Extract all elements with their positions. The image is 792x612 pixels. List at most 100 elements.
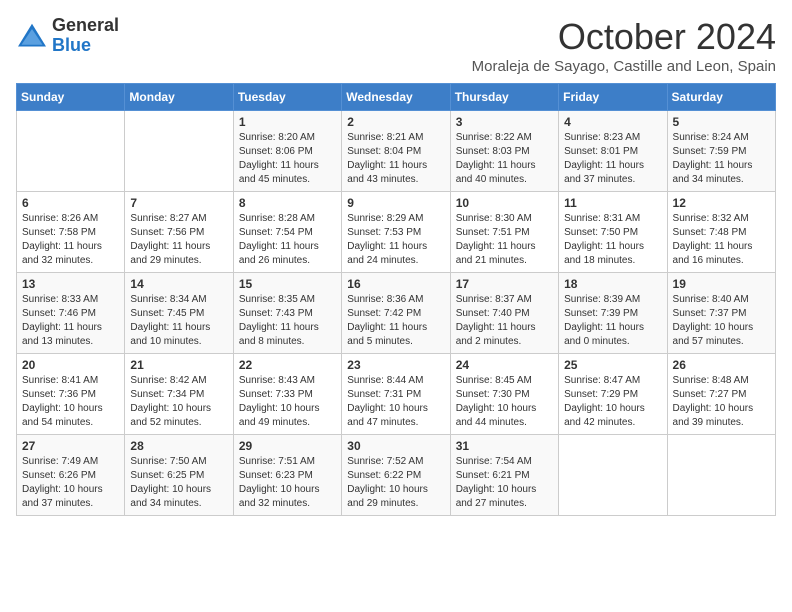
day-number: 30 xyxy=(347,439,444,453)
calendar-cell: 12Sunrise: 8:32 AM Sunset: 7:48 PM Dayli… xyxy=(667,192,775,273)
calendar-cell xyxy=(17,111,125,192)
day-number: 10 xyxy=(456,196,553,210)
day-info: Sunrise: 8:30 AM Sunset: 7:51 PM Dayligh… xyxy=(456,212,553,268)
day-number: 24 xyxy=(456,358,553,372)
day-info: Sunrise: 8:24 AM Sunset: 7:59 PM Dayligh… xyxy=(673,131,770,187)
day-info: Sunrise: 8:21 AM Sunset: 8:04 PM Dayligh… xyxy=(347,131,444,187)
day-info: Sunrise: 8:32 AM Sunset: 7:48 PM Dayligh… xyxy=(673,212,770,268)
day-number: 26 xyxy=(673,358,770,372)
day-number: 25 xyxy=(564,358,661,372)
calendar-cell: 20 Sunrise: 8:41 AM Sunset: 7:36 PM Dayli… xyxy=(17,354,125,435)
calendar-cell: 14 Sunrise: 8:34 AM Sunset: 7:45 PM Dayli… xyxy=(125,273,233,354)
calendar-cell: 15 Sunrise: 8:35 AM Sunset: 7:43 PM Dayli… xyxy=(233,273,341,354)
calendar-cell: 30 Sunrise: 7:52 AM Sunset: 6:22 PM Dayli… xyxy=(342,435,450,516)
logo-blue: Blue xyxy=(52,36,119,56)
day-number: 23 xyxy=(347,358,444,372)
day-number: 11 xyxy=(564,196,661,210)
header-saturday: Saturday xyxy=(667,84,775,111)
day-info: Sunrise: 8:36 AM Sunset: 7:42 PM Dayligh… xyxy=(347,293,444,349)
calendar-cell xyxy=(559,435,667,516)
day-number: 5 xyxy=(673,115,770,129)
day-number: 13 xyxy=(22,277,119,291)
day-info: Sunrise: 8:35 AM Sunset: 7:43 PM Dayligh… xyxy=(239,293,336,349)
calendar-table: SundayMondayTuesdayWednesdayThursdayFrid… xyxy=(16,83,776,516)
day-info: Sunrise: 7:50 AM Sunset: 6:25 PM Dayligh… xyxy=(130,455,227,511)
day-number: 15 xyxy=(239,277,336,291)
header-friday: Friday xyxy=(559,84,667,111)
day-number: 17 xyxy=(456,277,553,291)
day-info: Sunrise: 8:45 AM Sunset: 7:30 PM Dayligh… xyxy=(456,374,553,430)
calendar-cell: 3 Sunrise: 8:22 AM Sunset: 8:03 PM Daylig… xyxy=(450,111,558,192)
logo-icon xyxy=(16,22,48,50)
day-info: Sunrise: 8:33 AM Sunset: 7:46 PM Dayligh… xyxy=(22,293,119,349)
header-row: SundayMondayTuesdayWednesdayThursdayFrid… xyxy=(17,84,776,111)
calendar-body: 1 Sunrise: 8:20 AM Sunset: 8:06 PM Daylig… xyxy=(17,111,776,516)
calendar-cell: 11 Sunrise: 8:31 AM Sunset: 7:50 PM Dayli… xyxy=(559,192,667,273)
day-number: 3 xyxy=(456,115,553,129)
day-number: 4 xyxy=(564,115,661,129)
day-info: Sunrise: 8:42 AM Sunset: 7:34 PM Dayligh… xyxy=(130,374,227,430)
header-monday: Monday xyxy=(125,84,233,111)
logo: General Blue xyxy=(16,16,119,56)
day-number: 18 xyxy=(564,277,661,291)
subtitle: Moraleja de Sayago, Castille and Leon, S… xyxy=(472,58,776,75)
calendar-cell: 25 Sunrise: 8:47 AM Sunset: 7:29 PM Dayli… xyxy=(559,354,667,435)
calendar-cell: 17 Sunrise: 8:37 AM Sunset: 7:40 PM Dayli… xyxy=(450,273,558,354)
day-info: Sunrise: 8:47 AM Sunset: 7:29 PM Dayligh… xyxy=(564,374,661,430)
calendar-cell: 28 Sunrise: 7:50 AM Sunset: 6:25 PM Dayli… xyxy=(125,435,233,516)
calendar-cell: 29Sunrise: 7:51 AM Sunset: 6:23 PM Dayli… xyxy=(233,435,341,516)
calendar-cell: 27Sunrise: 7:49 AM Sunset: 6:26 PM Dayli… xyxy=(17,435,125,516)
week-row-1: 6Sunrise: 8:26 AM Sunset: 7:58 PM Daylig… xyxy=(17,192,776,273)
day-number: 27 xyxy=(22,439,119,453)
header-thursday: Thursday xyxy=(450,84,558,111)
calendar-cell: 9 Sunrise: 8:29 AM Sunset: 7:53 PM Daylig… xyxy=(342,192,450,273)
day-number: 6 xyxy=(22,196,119,210)
day-info: Sunrise: 8:23 AM Sunset: 8:01 PM Dayligh… xyxy=(564,131,661,187)
day-info: Sunrise: 8:22 AM Sunset: 8:03 PM Dayligh… xyxy=(456,131,553,187)
header-sunday: Sunday xyxy=(17,84,125,111)
calendar-cell: 7Sunrise: 8:27 AM Sunset: 7:56 PM Daylig… xyxy=(125,192,233,273)
calendar-cell: 6Sunrise: 8:26 AM Sunset: 7:58 PM Daylig… xyxy=(17,192,125,273)
calendar-cell: 5 Sunrise: 8:24 AM Sunset: 7:59 PM Daylig… xyxy=(667,111,775,192)
day-number: 29 xyxy=(239,439,336,453)
calendar-cell xyxy=(667,435,775,516)
day-number: 8 xyxy=(239,196,336,210)
day-number: 9 xyxy=(347,196,444,210)
day-info: Sunrise: 7:52 AM Sunset: 6:22 PM Dayligh… xyxy=(347,455,444,511)
day-number: 16 xyxy=(347,277,444,291)
calendar-cell: 16 Sunrise: 8:36 AM Sunset: 7:42 PM Dayli… xyxy=(342,273,450,354)
day-number: 31 xyxy=(456,439,553,453)
day-number: 19 xyxy=(673,277,770,291)
day-info: Sunrise: 8:41 AM Sunset: 7:36 PM Dayligh… xyxy=(22,374,119,430)
calendar-cell: 13 Sunrise: 8:33 AM Sunset: 7:46 PM Dayli… xyxy=(17,273,125,354)
day-number: 21 xyxy=(130,358,227,372)
day-info: Sunrise: 8:37 AM Sunset: 7:40 PM Dayligh… xyxy=(456,293,553,349)
day-info: Sunrise: 7:54 AM Sunset: 6:21 PM Dayligh… xyxy=(456,455,553,511)
logo-text: General Blue xyxy=(52,16,119,56)
day-info: Sunrise: 8:28 AM Sunset: 7:54 PM Dayligh… xyxy=(239,212,336,268)
calendar-cell: 4 Sunrise: 8:23 AM Sunset: 8:01 PM Daylig… xyxy=(559,111,667,192)
week-row-0: 1 Sunrise: 8:20 AM Sunset: 8:06 PM Daylig… xyxy=(17,111,776,192)
day-number: 1 xyxy=(239,115,336,129)
day-info: Sunrise: 8:43 AM Sunset: 7:33 PM Dayligh… xyxy=(239,374,336,430)
calendar-cell: 26 Sunrise: 8:48 AM Sunset: 7:27 PM Dayli… xyxy=(667,354,775,435)
calendar-cell: 1 Sunrise: 8:20 AM Sunset: 8:06 PM Daylig… xyxy=(233,111,341,192)
day-number: 20 xyxy=(22,358,119,372)
day-number: 28 xyxy=(130,439,227,453)
day-info: Sunrise: 8:44 AM Sunset: 7:31 PM Dayligh… xyxy=(347,374,444,430)
day-info: Sunrise: 8:48 AM Sunset: 7:27 PM Dayligh… xyxy=(673,374,770,430)
calendar-cell: 23 Sunrise: 8:44 AM Sunset: 7:31 PM Dayli… xyxy=(342,354,450,435)
header-tuesday: Tuesday xyxy=(233,84,341,111)
day-info: Sunrise: 8:20 AM Sunset: 8:06 PM Dayligh… xyxy=(239,131,336,187)
day-info: Sunrise: 8:34 AM Sunset: 7:45 PM Dayligh… xyxy=(130,293,227,349)
day-number: 14 xyxy=(130,277,227,291)
week-row-4: 27Sunrise: 7:49 AM Sunset: 6:26 PM Dayli… xyxy=(17,435,776,516)
day-info: Sunrise: 8:39 AM Sunset: 7:39 PM Dayligh… xyxy=(564,293,661,349)
calendar-cell xyxy=(125,111,233,192)
calendar-cell: 19Sunrise: 8:40 AM Sunset: 7:37 PM Dayli… xyxy=(667,273,775,354)
calendar-cell: 31 Sunrise: 7:54 AM Sunset: 6:21 PM Dayli… xyxy=(450,435,558,516)
day-number: 7 xyxy=(130,196,227,210)
day-number: 22 xyxy=(239,358,336,372)
day-info: Sunrise: 8:29 AM Sunset: 7:53 PM Dayligh… xyxy=(347,212,444,268)
day-info: Sunrise: 8:31 AM Sunset: 7:50 PM Dayligh… xyxy=(564,212,661,268)
